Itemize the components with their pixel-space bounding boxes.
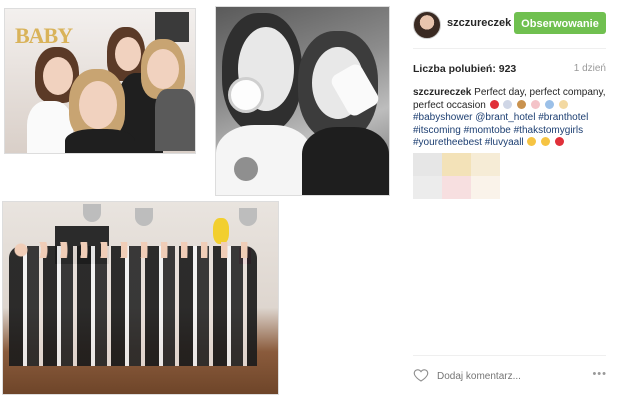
- comment-divider: [413, 355, 606, 356]
- pacifier: [228, 77, 264, 113]
- hashtag-link[interactable]: #youretheebest: [413, 137, 482, 148]
- bottle-emoji-icon: [503, 99, 513, 109]
- kiss-emoji-icon: [527, 137, 537, 146]
- heart-emoji-icon: [489, 99, 499, 109]
- white-top: [216, 125, 312, 195]
- hashtag-link[interactable]: #itscoming: [413, 125, 461, 136]
- faces-row: [13, 242, 257, 258]
- more-options-icon[interactable]: •••: [592, 368, 607, 380]
- person-face: [43, 57, 73, 95]
- hashtag-link[interactable]: #branthotel: [538, 112, 588, 123]
- hashtag-link[interactable]: #babyshower: [413, 112, 472, 123]
- balloon-letters: BABY: [15, 23, 73, 48]
- thumbnail[interactable]: [471, 153, 500, 176]
- group-line: [9, 246, 257, 366]
- user-avatar[interactable]: [413, 11, 441, 39]
- hashtag-link[interactable]: #luvyaall: [485, 137, 524, 148]
- post-caption: szczureczek Perfect day, perfect company…: [413, 87, 607, 150]
- pendant-lamp: [239, 208, 257, 226]
- icecream-emoji-icon: [558, 99, 568, 109]
- follow-button[interactable]: Obserwowanie: [514, 12, 606, 34]
- dark-top: [302, 127, 389, 195]
- mention-link[interactable]: @brant_hotel: [475, 112, 535, 123]
- star-sweater: [155, 89, 195, 151]
- sparkle-emoji-icon: [544, 99, 554, 109]
- post-detail-panel: szczureczek Obserwowanie Liczba polubień…: [413, 0, 619, 396]
- cake-emoji-icon: [530, 99, 540, 109]
- thumbnail[interactable]: [413, 153, 442, 176]
- person-face: [79, 81, 117, 129]
- post-timestamp[interactable]: 1 dzień: [574, 63, 606, 74]
- hashtag-link[interactable]: #thakstomygirls: [514, 125, 583, 136]
- hashtag-link[interactable]: #momtobe: [464, 125, 511, 136]
- header-divider: [413, 48, 606, 49]
- caption-username[interactable]: szczureczek: [413, 87, 471, 98]
- collage-photo-bw: [215, 6, 390, 196]
- collage-photo-selfie: BABY: [4, 8, 196, 154]
- person-face: [115, 37, 141, 71]
- pendant-lamp: [83, 204, 101, 222]
- tagged-thumbnails: [413, 153, 500, 199]
- heart-emoji-icon: [555, 137, 564, 146]
- thumbnail[interactable]: [442, 176, 471, 199]
- comment-input[interactable]: [437, 369, 567, 383]
- thumbnail[interactable]: [471, 176, 500, 199]
- smile-emoji-icon: [541, 137, 551, 146]
- likes-row: Liczba polubień: 923 1 dzień: [413, 63, 606, 75]
- person-top: [65, 129, 135, 153]
- collage-photo-group: [2, 201, 279, 395]
- post-header: szczureczek Obserwowanie: [413, 8, 613, 42]
- likes-count[interactable]: Liczba polubień: 923: [413, 63, 516, 75]
- heart-outline-icon[interactable]: [413, 367, 429, 383]
- pendant-lamp: [135, 208, 153, 226]
- username-link[interactable]: szczureczek: [447, 17, 511, 29]
- cookie-emoji-icon: [517, 99, 527, 109]
- person-face: [147, 49, 179, 89]
- wall-picture: [155, 12, 189, 42]
- thumbnail[interactable]: [413, 176, 442, 199]
- badge-rosette: [234, 157, 258, 181]
- comment-row: •••: [413, 366, 609, 386]
- minion-decoration: [213, 218, 229, 244]
- thumbnail[interactable]: [442, 153, 471, 176]
